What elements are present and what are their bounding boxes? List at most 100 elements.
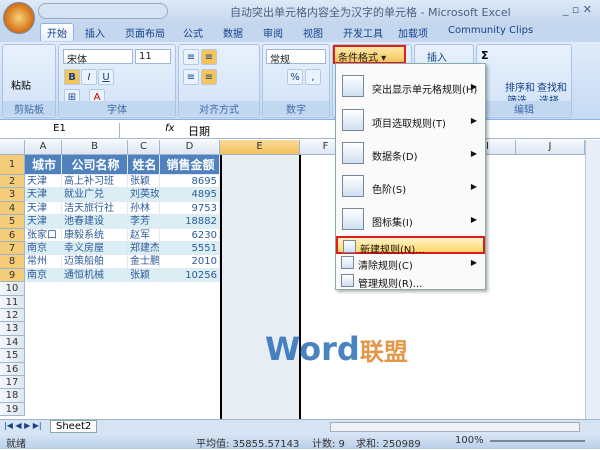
tab-page-layout[interactable]: 页面布局 xyxy=(125,25,165,40)
table-cell[interactable]: 就业广兑 xyxy=(62,188,128,202)
tab-insert[interactable]: 插入 xyxy=(85,25,105,40)
vertical-scrollbar[interactable] xyxy=(585,140,600,419)
row-header[interactable]: 7 xyxy=(0,242,25,256)
table-cell[interactable]: 高上补习班 xyxy=(62,175,128,189)
tab-formulas[interactable]: 公式 xyxy=(183,25,203,40)
table-cell[interactable]: 南京 xyxy=(25,242,62,256)
comma-button[interactable]: , xyxy=(305,69,321,85)
tab-review[interactable]: 审阅 xyxy=(263,25,283,40)
menu-item-5[interactable]: 新建规则(N)... xyxy=(336,236,485,256)
row-header[interactable]: 14 xyxy=(0,335,25,350)
row-header[interactable]: 8 xyxy=(0,255,25,269)
zoom-slider[interactable] xyxy=(490,440,585,442)
table-cell[interactable]: 李芳 xyxy=(128,215,160,229)
paste-button[interactable]: 粘贴 xyxy=(11,77,31,92)
table-cell[interactable]: 10256 xyxy=(160,268,220,283)
menu-item-0[interactable]: 突出显示单元格规则(H) ▶ xyxy=(336,72,485,102)
font-size-select[interactable]: 11 xyxy=(135,49,171,64)
menu-item-2[interactable]: 数据条(D) ▶ xyxy=(336,139,485,169)
select-all-button[interactable] xyxy=(0,140,25,155)
row-header[interactable]: 2 xyxy=(0,175,25,189)
table-cell[interactable]: 常州 xyxy=(25,255,62,269)
tab-home[interactable]: 开始 xyxy=(40,23,74,41)
zoom-level[interactable]: 100% xyxy=(455,435,484,446)
office-button[interactable] xyxy=(3,2,35,34)
table-header-cell[interactable]: 销售金额 xyxy=(160,155,220,175)
column-header-c[interactable]: C xyxy=(128,140,160,155)
table-cell[interactable]: 8695 xyxy=(160,175,220,189)
row-header[interactable]: 3 xyxy=(0,188,25,202)
font-name-select[interactable]: 宋体 xyxy=(63,49,133,66)
align-top-button[interactable]: ≡ xyxy=(183,49,199,65)
table-cell[interactable]: 天津 xyxy=(25,201,62,216)
window-controls[interactable]: _ ▫ ✕ xyxy=(563,3,592,16)
table-cell[interactable]: 张颖 xyxy=(128,175,160,189)
italic-button[interactable]: I xyxy=(81,69,97,85)
row-header[interactable]: 11 xyxy=(0,295,25,309)
sheet-tab[interactable]: Sheet2 xyxy=(50,420,98,433)
table-cell[interactable]: 5551 xyxy=(160,242,220,256)
tab-addins[interactable]: 加载项 xyxy=(398,25,428,40)
table-cell[interactable]: 孙林 xyxy=(128,201,160,216)
insert-cells-button[interactable]: 插入 xyxy=(427,49,447,64)
table-cell[interactable]: 9753 xyxy=(160,201,220,216)
menu-item-3[interactable]: 色阶(S) ▶ xyxy=(336,172,485,202)
align-center-button[interactable]: ≡ xyxy=(201,69,217,85)
tab-community-clips[interactable]: Community Clips xyxy=(448,25,533,36)
tab-view[interactable]: 视图 xyxy=(303,25,323,40)
conditional-format-button[interactable]: 条件格式 ▾ xyxy=(333,45,406,64)
row-header[interactable]: 6 xyxy=(0,228,25,242)
table-cell[interactable]: 金士鹏 xyxy=(128,255,160,269)
table-cell[interactable]: 2010 xyxy=(160,255,220,269)
row-header[interactable]: 13 xyxy=(0,322,25,336)
menu-item-6[interactable]: 清除规则(C) ▶ xyxy=(336,254,485,272)
table-cell[interactable]: 康毅系统 xyxy=(62,228,128,242)
table-cell[interactable]: 南京 xyxy=(25,268,62,283)
table-cell[interactable]: 幸义房屋 xyxy=(62,242,128,256)
align-middle-button[interactable]: ≡ xyxy=(201,49,217,65)
row-header[interactable]: 10 xyxy=(0,282,25,296)
underline-button[interactable]: U xyxy=(98,69,114,85)
table-cell[interactable]: 张家口 xyxy=(25,228,62,242)
table-cell[interactable]: 张颖 xyxy=(128,268,160,283)
column-header-a[interactable]: A xyxy=(25,140,62,155)
table-header-cell[interactable]: 姓名 xyxy=(128,155,160,175)
row-header[interactable]: 18 xyxy=(0,389,25,403)
horizontal-scrollbar[interactable] xyxy=(330,422,580,432)
table-cell[interactable]: 郑建杰 xyxy=(128,242,160,256)
table-header-cell[interactable]: 公司名称 xyxy=(62,155,128,175)
table-header-cell[interactable]: 城市 xyxy=(25,155,62,175)
row-header[interactable]: 15 xyxy=(0,349,25,363)
table-cell[interactable]: 迈策船舶 xyxy=(62,255,128,269)
bold-button[interactable]: B xyxy=(64,69,80,85)
table-cell[interactable]: 刘英玫 xyxy=(128,188,160,202)
autosum-button[interactable]: Σ xyxy=(481,49,489,62)
row-header[interactable]: 5 xyxy=(0,215,25,229)
table-cell[interactable]: 18882 xyxy=(160,215,220,229)
tab-developer[interactable]: 开发工具 xyxy=(343,25,383,40)
fx-icon[interactable]: fx xyxy=(165,123,174,134)
column-header-b[interactable]: B xyxy=(62,140,128,155)
number-format-select[interactable]: 常规 xyxy=(266,49,326,66)
table-cell[interactable]: 赵军 xyxy=(128,228,160,242)
tab-data[interactable]: 数据 xyxy=(223,25,243,40)
row-header[interactable]: 17 xyxy=(0,376,25,390)
percent-button[interactable]: % xyxy=(287,69,303,85)
align-left-button[interactable]: ≡ xyxy=(183,69,199,85)
name-box[interactable]: E1 xyxy=(0,123,120,138)
row-header[interactable]: 16 xyxy=(0,362,25,376)
row-header[interactable]: 4 xyxy=(0,201,25,216)
column-header-e[interactable]: E xyxy=(220,140,300,155)
menu-item-7[interactable]: 管理规则(R)... xyxy=(336,272,485,290)
table-cell[interactable]: 池春建设 xyxy=(62,215,128,229)
row-header[interactable]: 19 xyxy=(0,402,25,417)
table-cell[interactable]: 天津 xyxy=(25,188,62,202)
menu-item-1[interactable]: 项目选取规则(T) ▶ xyxy=(336,106,485,136)
row-header[interactable]: 9 xyxy=(0,268,25,283)
formula-input[interactable]: 日期 xyxy=(188,123,210,139)
table-cell[interactable]: 洁天旅行社 xyxy=(62,201,128,216)
table-cell[interactable]: 通恒机械 xyxy=(62,268,128,283)
table-cell[interactable]: 天津 xyxy=(25,215,62,229)
menu-item-4[interactable]: 图标集(I) ▶ xyxy=(336,205,485,235)
quick-access-toolbar[interactable] xyxy=(38,3,168,19)
